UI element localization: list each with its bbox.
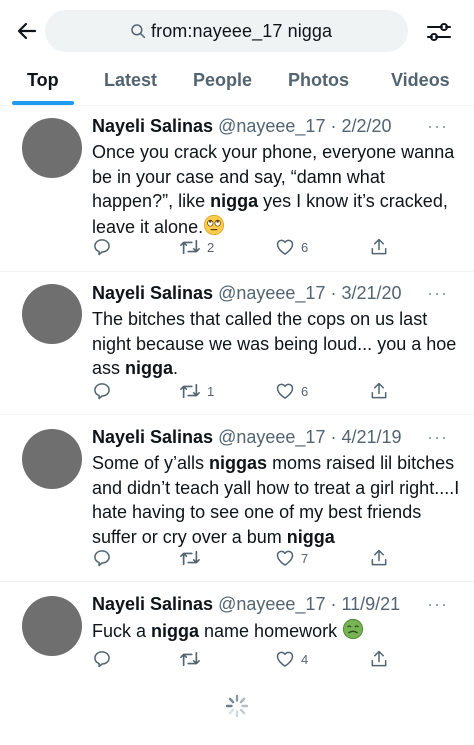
reply-icon [94,550,110,567]
display-name[interactable]: Nayeli Salinas [92,427,213,447]
more-options-icon[interactable]: ··· [427,283,448,304]
tweet-text: Fuck a nigga name homework [92,618,462,647]
search-icon [131,24,146,39]
display-name[interactable]: Nayeli Salinas [92,594,213,614]
tweet-text: The bitches that called the cops on us l… [92,309,457,378]
tweet-actions: 1 6 [92,379,392,403]
highlighted-term: nigga [286,526,335,547]
reply-button[interactable] [92,546,112,570]
more-options-icon[interactable]: ··· [427,427,448,448]
tweet-header: Nayeli Salinas @nayeee_17 · 2/2/20 [92,116,392,137]
back-arrow-icon[interactable] [12,16,42,46]
display-name[interactable]: Nayeli Salinas [92,116,213,136]
reply-icon [94,239,110,256]
tweet-text: Once you crack your phone, everyone wann… [92,140,462,242]
tweet[interactable]: Nayeli Salinas @nayeee_17 · 3/21/20 ··· … [0,272,474,415]
highlighted-term: nigga [210,191,259,211]
retweet-count: 1 [207,383,215,399]
share-button[interactable] [369,235,389,259]
more-options-icon[interactable]: ··· [427,594,448,615]
more-options-icon[interactable]: ··· [427,116,448,137]
tab-latest[interactable]: Latest [104,70,157,91]
reply-button[interactable] [92,379,112,403]
search-filter-icon[interactable] [425,18,453,46]
tweet[interactable]: Nayeli Salinas @nayeee_17 · 2/2/20 ··· O… [0,106,474,272]
like-count: 7 [301,550,309,566]
avatar[interactable] [22,596,82,656]
tab-top[interactable]: Top [27,70,59,91]
tweet-header: Nayeli Salinas @nayeee_17 · 11/9/21 [92,594,400,615]
share-button[interactable] [369,379,389,403]
share-button[interactable] [369,546,389,570]
reply-button[interactable] [92,235,112,259]
share-icon [371,650,387,667]
retweet-button[interactable]: 2 [179,235,214,259]
handle-and-date[interactable]: @nayeee_17 · 3/21/20 [218,283,401,303]
handle-and-date[interactable]: @nayeee_17 · 4/21/19 [218,427,401,447]
avatar[interactable] [22,429,82,489]
highlighted-term: nigga [125,358,174,378]
tweet-actions: 2 6 [92,235,392,259]
share-icon [371,382,387,399]
avatar[interactable] [22,118,82,178]
handle-and-date[interactable]: @nayeee_17 · 11/9/21 [218,594,400,614]
retweet-icon [180,383,200,399]
like-button[interactable]: 6 [275,379,308,403]
heart-icon [276,550,294,566]
like-count: 6 [301,383,309,399]
tab-photos[interactable]: Photos [288,70,349,91]
search-bar[interactable]: from:nayeee_17 nigga [45,10,408,52]
highlighted-term: niggas [209,453,268,473]
like-count: 6 [301,239,309,255]
retweet-button[interactable] [179,647,207,671]
tab-videos[interactable]: Videos [391,70,450,91]
top-bar: from:nayeee_17 nigga [0,0,474,62]
handle-and-date[interactable]: @nayeee_17 · 2/2/20 [218,116,391,136]
tweet-header: Nayeli Salinas @nayeee_17 · 4/21/19 [92,427,402,448]
retweet-icon [180,651,200,667]
like-count: 4 [301,651,309,667]
reply-icon [94,383,110,400]
like-button[interactable]: 7 [275,546,308,570]
retweet-icon [180,239,200,255]
share-icon [371,238,387,255]
tweet-actions: 4 [92,647,392,671]
highlighted-term: nigga [151,621,200,641]
reply-button[interactable] [92,647,112,671]
search-tabs: Top Latest People Photos Videos [0,62,474,106]
retweet-button[interactable]: 1 [179,379,214,403]
retweet-count: 2 [207,239,215,255]
share-icon [371,549,387,566]
tweet[interactable]: Nayeli Salinas @nayeee_17 · 11/9/21 ··· … [0,582,474,680]
tweet-text: Some of y’alls niggas moms raised lil bi… [92,453,460,547]
share-button[interactable] [369,647,389,671]
loading-spinner-icon [225,694,249,718]
avatar[interactable] [22,284,82,344]
nauseated-face-emoji-icon [342,618,364,647]
tweet-header: Nayeli Salinas @nayeee_17 · 3/21/20 [92,283,402,304]
tab-people[interactable]: People [193,70,252,91]
retweet-icon [180,550,200,566]
tweet-actions: 7 [92,546,392,570]
display-name[interactable]: Nayeli Salinas [92,283,213,303]
like-button[interactable]: 6 [275,235,308,259]
active-tab-indicator [12,101,74,105]
heart-icon [276,383,294,399]
tweet[interactable]: Nayeli Salinas @nayeee_17 · 4/21/19 ··· … [0,415,474,582]
reply-icon [94,651,110,668]
retweet-button[interactable] [179,546,207,570]
search-query[interactable]: from:nayeee_17 nigga [151,21,332,42]
like-button[interactable]: 4 [275,647,308,671]
heart-icon [276,239,294,255]
heart-icon [276,651,294,667]
